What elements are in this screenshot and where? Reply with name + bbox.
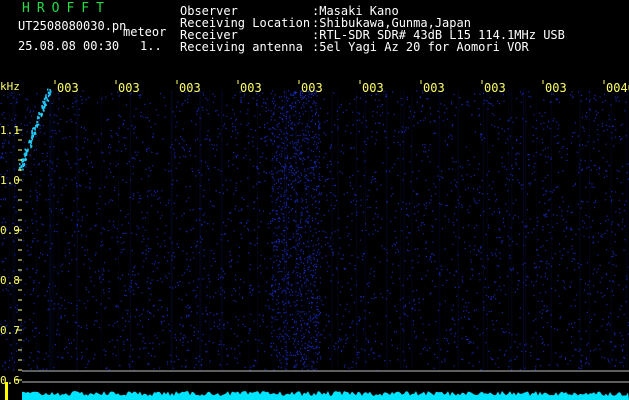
file-name: UT2508080030.pn bbox=[18, 19, 127, 33]
spectrogram: kHz1.11.00.90.80.70.6 003 003 003 003 003 003… bbox=[0, 80, 629, 400]
event-type: meteor bbox=[123, 25, 167, 39]
time-label: 003 bbox=[545, 81, 567, 95]
time-label: 003 bbox=[240, 81, 262, 95]
level-marker bbox=[5, 382, 8, 400]
time-label: 003 bbox=[423, 81, 445, 95]
time-label: 003 bbox=[179, 81, 201, 95]
antenna-value: :5el Yagi Az 20 for Aomori VOR bbox=[312, 40, 529, 54]
meteor-trail bbox=[18, 88, 52, 171]
signal-baseline bbox=[5, 370, 629, 400]
time-label: 003 bbox=[118, 81, 140, 95]
app-title: HROFFT bbox=[22, 1, 111, 16]
noise-layer bbox=[0, 90, 629, 372]
time-label: 003 bbox=[57, 81, 79, 95]
antenna-label: Receiving antenna bbox=[180, 40, 303, 54]
signal-level-trace bbox=[22, 391, 629, 400]
time-label: 003 bbox=[301, 81, 323, 95]
date-time: 25.08.08 00:30 bbox=[18, 39, 120, 53]
time-label: 0040 bbox=[606, 81, 629, 95]
time-axis: 003 003 003 003 003 003 003 003 003 0040 bbox=[54, 80, 629, 95]
unit-label: kHz bbox=[0, 80, 20, 93]
event-count: 1.. bbox=[140, 39, 162, 53]
time-label: 003 bbox=[362, 81, 384, 95]
frequency-axis: kHz1.11.00.90.80.70.6 bbox=[0, 80, 22, 387]
time-label: 003 bbox=[484, 81, 506, 95]
